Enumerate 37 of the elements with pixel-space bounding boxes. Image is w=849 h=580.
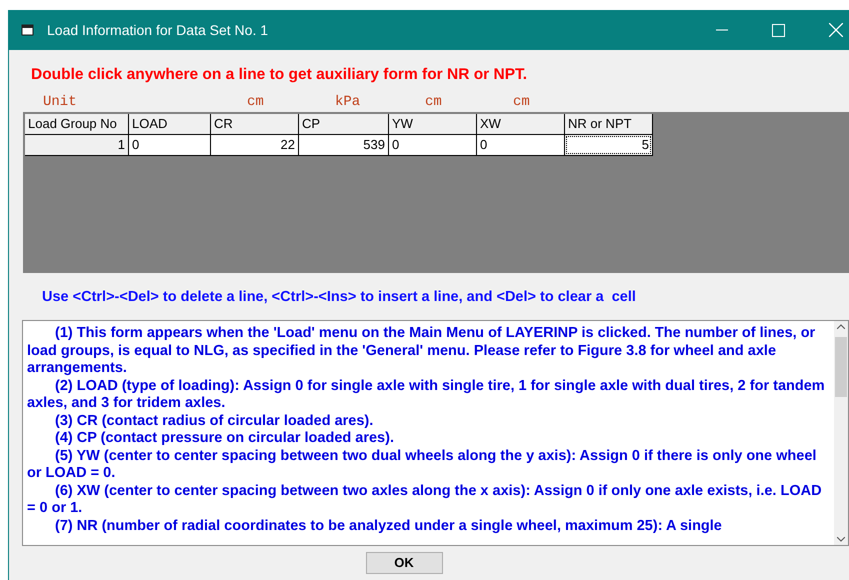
- table-cell[interactable]: 539: [299, 135, 389, 156]
- help-paragraph: (4) CP (contact pressure on circular loaded ares).: [54, 430, 395, 448]
- column-header[interactable]: CP: [299, 114, 389, 136]
- help-paragraph: (7) NR (number of radial coordinates to be analyzed under a single wheel, maximum 25): A single: [54, 518, 723, 535]
- unit-text: cm: [247, 94, 264, 110]
- scroll-down-icon[interactable]: [837, 537, 845, 542]
- window-icon: [21, 24, 35, 36]
- help-paragraph: (1) This form appears when the 'Load' menu on the Main Menu of LAYERINP is clicked. The number of lines, or load groups, is equal to NLG, as specified in the 'General' menu. Please refer to Figure 3.8 for wheel and axle arrangements.: [27, 325, 816, 378]
- unit-label: Unit: [43, 94, 77, 110]
- unit-text: kPa: [335, 94, 360, 110]
- close-icon[interactable]: [829, 23, 843, 37]
- table-cell[interactable]: 0: [389, 135, 477, 156]
- unit-text: cm: [425, 94, 442, 110]
- maximize-icon[interactable]: [772, 24, 785, 36]
- column-header[interactable]: XW: [477, 114, 565, 136]
- ok-button[interactable]: OK: [366, 552, 442, 574]
- instruction-text: Double click anywhere on a line to get auxiliary form for NR or NPT.: [31, 65, 528, 85]
- window-title: Load Information for Data Set No. 1: [47, 20, 268, 40]
- column-header[interactable]: NR or NPT: [565, 114, 653, 136]
- table-cell[interactable]: 0: [477, 135, 565, 156]
- unit-text: cm: [513, 94, 530, 110]
- help-paragraph: (5) YW (center to center spacing between two dual wheels along the y axis): Assign 0 if there is only one wheel or LOAD = 0.: [27, 448, 818, 482]
- column-header[interactable]: CR: [211, 114, 299, 136]
- scroll-up-icon[interactable]: [837, 324, 845, 329]
- column-header[interactable]: YW: [389, 114, 477, 136]
- column-header[interactable]: Load Group No: [25, 114, 129, 136]
- hint-text: Use <Ctrl>-<Del> to delete a line, <Ctrl>-<Ins> to insert a line, and <Del> to clear a cell: [42, 288, 637, 308]
- help-paragraph: (6) XW (center to center spacing between two axles along the x axis): Assign 0 if only one axle exists, i.e. LOAD = 0 or 1.: [27, 482, 823, 518]
- help-paragraph: (2) LOAD (type of loading): Assign 0 for single axle with single tire, 1 for single axle with dual tires, 2 for tandem axles, and 3 for tridem axles.: [27, 378, 826, 412]
- scroll-thumb[interactable]: [835, 337, 847, 397]
- help-paragraph: (3) CR (contact radius of circular loaded ares).: [54, 412, 374, 430]
- column-header[interactable]: LOAD: [129, 114, 211, 136]
- scrollbar[interactable]: [834, 321, 848, 545]
- table-cell[interactable]: 5: [565, 135, 653, 156]
- table-cell[interactable]: 0: [129, 135, 211, 156]
- table-cell[interactable]: 1: [25, 135, 129, 156]
- table-cell[interactable]: 22: [211, 135, 299, 156]
